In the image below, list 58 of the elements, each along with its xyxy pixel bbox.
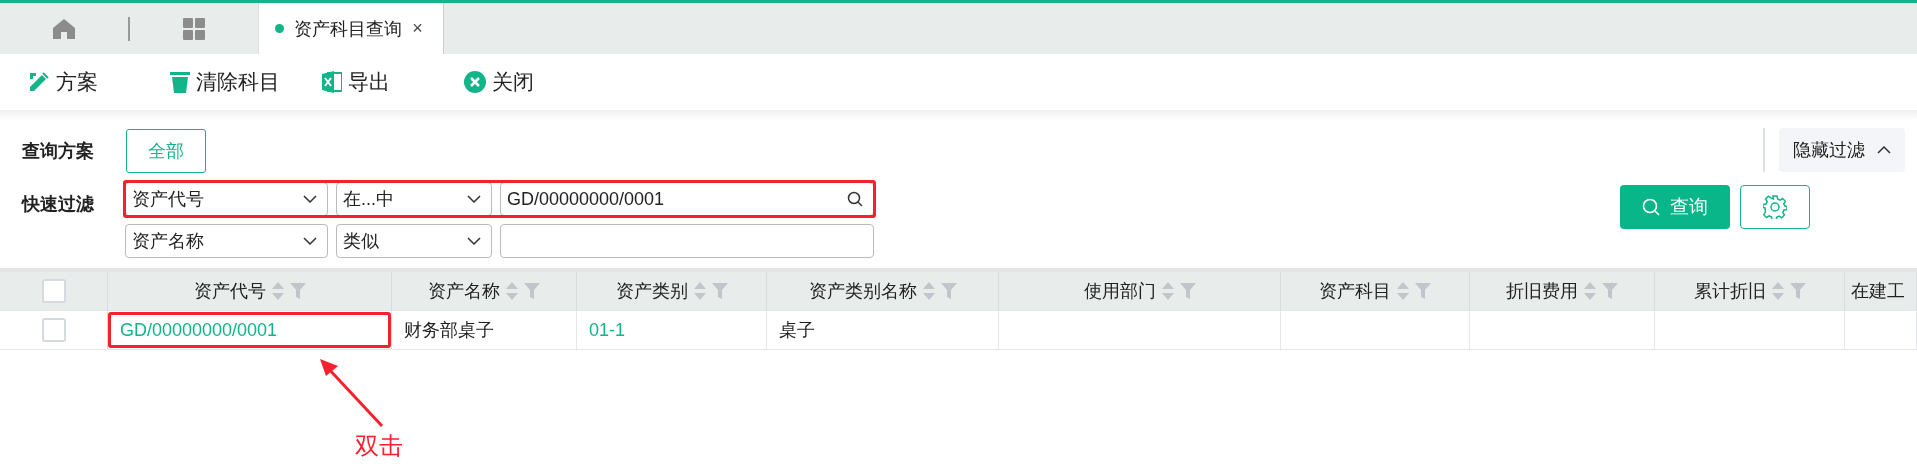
filter-icon[interactable] <box>1602 283 1618 299</box>
value-field[interactable] <box>500 224 874 258</box>
quick-filter-label: 快速过滤 <box>22 193 95 216</box>
search-icon <box>847 191 863 207</box>
scheme-button[interactable]: 方案 <box>28 68 128 96</box>
trash-icon <box>170 71 190 93</box>
column-header: 资产类别 <box>615 280 688 303</box>
chevron-down-icon <box>467 195 481 203</box>
home-icon <box>53 18 75 39</box>
sort-icon[interactable] <box>506 281 518 301</box>
filter-icon[interactable] <box>1789 283 1806 299</box>
search-icon <box>1642 198 1660 216</box>
spreadsheet-icon <box>322 71 342 93</box>
sort-icon[interactable] <box>1771 281 1784 301</box>
grid-icon <box>183 17 205 40</box>
filter-icon[interactable] <box>1415 283 1431 299</box>
sort-icon[interactable] <box>271 281 284 301</box>
sort-icon[interactable] <box>1584 281 1596 301</box>
column-header: 资产类别名称 <box>808 280 917 303</box>
filter-icon[interactable] <box>1179 283 1196 299</box>
settings-button[interactable] <box>1740 185 1810 229</box>
sort-icon[interactable] <box>1397 281 1409 301</box>
close-circle-icon <box>464 71 486 93</box>
table-cell-text: 财务部桌子 <box>404 319 494 342</box>
filter-icon[interactable] <box>524 283 540 299</box>
export-button[interactable]: 导出 <box>322 68 422 96</box>
pencil-ruler-icon <box>28 71 50 93</box>
chevron-up-icon <box>1877 146 1891 154</box>
column-header: 折旧费用 <box>1506 280 1578 303</box>
sort-icon[interactable] <box>1161 281 1174 301</box>
column-header: 在建工 <box>1851 280 1905 303</box>
clear-button[interactable]: 清除科目 <box>170 68 280 96</box>
column-header: 使用部门 <box>1083 280 1156 303</box>
column-header: 累计折旧 <box>1693 280 1766 303</box>
column-header: 资产科目 <box>1319 280 1391 303</box>
settings-icon <box>1763 195 1787 219</box>
table-cell-text: 桌子 <box>779 319 815 342</box>
column-header: 资产名称 <box>428 280 500 303</box>
filter-icon[interactable] <box>940 283 957 299</box>
sort-icon[interactable] <box>922 281 935 301</box>
page-tab[interactable]: 资产科目查询 × <box>258 3 444 54</box>
hide-filter-button[interactable]: 隐藏过滤 <box>1779 128 1905 172</box>
chevron-down-icon <box>467 237 481 245</box>
active-dot-icon <box>275 24 285 33</box>
annotation-label: 双击 <box>355 431 403 461</box>
select-all-checkbox[interactable] <box>41 279 66 303</box>
filter-icon[interactable] <box>711 283 728 299</box>
field-dropdown[interactable]: 资产名称 <box>125 224 328 258</box>
sort-icon[interactable] <box>693 281 706 301</box>
close-icon[interactable]: × <box>412 18 423 39</box>
chevron-down-icon <box>303 195 317 203</box>
row-checkbox[interactable] <box>41 318 66 342</box>
chevron-down-icon <box>303 237 317 245</box>
scheme-label: 查询方案 <box>22 140 95 163</box>
close-button[interactable]: 关闭 <box>464 68 564 96</box>
operator-dropdown[interactable]: 类似 <box>336 224 492 258</box>
column-header: 资产代号 <box>193 280 266 303</box>
filter-icon[interactable] <box>289 283 306 299</box>
